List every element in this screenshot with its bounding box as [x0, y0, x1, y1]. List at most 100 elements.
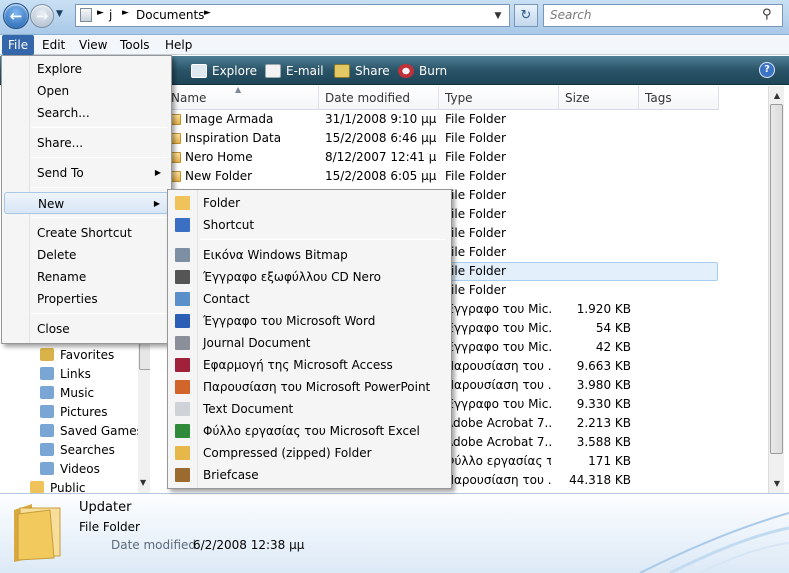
email-button[interactable]: E-mail	[265, 62, 324, 80]
file-menu-item[interactable]: Create Shortcut	[4, 222, 169, 244]
file-menu-item[interactable]: Search...	[4, 102, 169, 124]
table-cell-type[interactable]: Adobe Acrobat 7....	[445, 414, 551, 433]
table-cell-size[interactable]: 42 KB	[559, 338, 631, 357]
address-field[interactable]: ► j ► Documents ►	[75, 4, 510, 27]
scroll-down-arrow-icon[interactable]: ▼	[140, 478, 146, 487]
nav-item-videos[interactable]: Videos	[60, 460, 100, 479]
new-submenu-item[interactable]: Φύλλο εργασίας του Microsoft Excel	[170, 420, 449, 442]
table-cell-type[interactable]: File Folder	[445, 243, 551, 262]
new-submenu-item[interactable]: Έγγραφο του Microsoft Word	[170, 310, 449, 332]
menu-file[interactable]: File	[2, 35, 35, 55]
scroll-down-arrow-icon[interactable]: ▼	[769, 475, 785, 491]
column-header-size[interactable]: Size	[559, 86, 639, 110]
table-cell-name[interactable]: Image Armada	[185, 110, 317, 129]
new-submenu-item[interactable]: Text Document	[170, 398, 449, 420]
breadcrumb-item[interactable]: Documents	[136, 8, 204, 22]
table-cell-size[interactable]	[559, 129, 631, 148]
table-cell-type[interactable]: File Folder	[445, 205, 551, 224]
file-menu-item[interactable]: Close	[4, 318, 169, 340]
column-header-type[interactable]: Type	[439, 86, 559, 110]
table-cell-size[interactable]	[559, 281, 631, 300]
table-cell-size[interactable]	[559, 224, 631, 243]
table-cell-type[interactable]: Έγγραφο του Mic...	[445, 395, 551, 414]
search-input[interactable]: Search	[543, 4, 783, 27]
forward-button[interactable]: →	[30, 4, 54, 28]
nav-item-links[interactable]: Links	[60, 365, 91, 384]
recent-pages-dropdown-icon[interactable]: ▼	[56, 9, 63, 19]
table-cell-size[interactable]: 1.920 KB	[559, 300, 631, 319]
table-cell-type[interactable]: File Folder	[445, 148, 551, 167]
menu-tools[interactable]: Tools	[114, 35, 156, 55]
table-cell-type[interactable]: File Folder	[445, 186, 551, 205]
file-menu-item[interactable]: Delete	[4, 244, 169, 266]
file-menu-item[interactable]: Open	[4, 80, 169, 102]
table-cell-size[interactable]: 171 KB	[559, 452, 631, 471]
table-cell-size[interactable]: 3.588 KB	[559, 433, 631, 452]
help-icon[interactable]: ?	[759, 62, 775, 78]
table-cell-type[interactable]: File Folder	[445, 110, 551, 129]
table-cell-size[interactable]: 2.213 KB	[559, 414, 631, 433]
nav-item-searches[interactable]: Searches	[60, 441, 115, 460]
nav-item-pictures[interactable]: Pictures	[60, 403, 108, 422]
table-cell-type[interactable]: File Folder	[445, 129, 551, 148]
table-cell-size[interactable]: 9.330 KB	[559, 395, 631, 414]
search-icon[interactable]: ⚲	[762, 7, 772, 22]
new-submenu-item[interactable]: Shortcut	[170, 214, 449, 236]
table-cell-size[interactable]	[559, 205, 631, 224]
table-cell-name[interactable]: New Folder	[185, 167, 317, 186]
file-menu-item[interactable]: New ▶	[4, 192, 169, 214]
table-cell-date[interactable]: 15/2/2008 6:05 μμ	[325, 167, 437, 186]
table-cell-type[interactable]: Έγγραφο του Mic...	[445, 300, 551, 319]
new-submenu-item[interactable]: Journal Document	[170, 332, 449, 354]
file-menu-item[interactable]: Properties	[4, 288, 169, 310]
table-cell-type[interactable]: Φύλλο εργασίας τ...	[445, 452, 551, 471]
vertical-scrollbar[interactable]: ▲ ▼	[768, 86, 784, 493]
new-submenu-item[interactable]: Briefcase	[170, 464, 449, 486]
new-submenu-item[interactable]: Έγγραφο εξωφύλλου CD Nero	[170, 266, 449, 288]
nav-item-favorites[interactable]: Favorites	[60, 346, 114, 365]
table-cell-type[interactable]: File Folder	[445, 167, 551, 186]
explore-button[interactable]: Explore	[191, 62, 257, 80]
table-cell-date[interactable]: 8/12/2007 12:41 μμ	[325, 148, 437, 167]
table-cell-type[interactable]: Adobe Acrobat 7....	[445, 433, 551, 452]
column-header-name[interactable]: Name	[165, 86, 319, 110]
table-cell-type[interactable]: Έγγραφο του Mic...	[445, 338, 551, 357]
new-submenu-item[interactable]: Folder	[170, 192, 449, 214]
address-dropdown-icon[interactable]: ▼	[488, 5, 508, 26]
table-cell-size[interactable]: 54 KB	[559, 319, 631, 338]
table-cell-type[interactable]: Παρουσίαση του ...	[445, 471, 551, 490]
table-cell-size[interactable]: 44.318 KB	[559, 471, 631, 490]
table-cell-size[interactable]	[559, 110, 631, 129]
new-submenu-item[interactable]: Contact	[170, 288, 449, 310]
scroll-up-arrow-icon[interactable]: ▲	[769, 87, 785, 103]
table-cell-type[interactable]: File Folder	[445, 262, 551, 281]
file-menu-item[interactable]: Share...	[4, 132, 169, 154]
menu-edit[interactable]: Edit	[36, 35, 71, 55]
breadcrumb-item[interactable]: j	[109, 8, 112, 22]
table-cell-date[interactable]: 31/1/2008 9:10 μμ	[325, 110, 437, 129]
file-menu-item[interactable]: Send To ▶	[4, 162, 169, 184]
table-cell-name[interactable]: Inspiration Data	[185, 129, 317, 148]
share-button[interactable]: Share	[334, 62, 390, 80]
menu-view[interactable]: View	[73, 35, 113, 55]
menu-help[interactable]: Help	[159, 35, 198, 55]
table-cell-name[interactable]: Nero Home	[185, 148, 317, 167]
table-cell-type[interactable]: File Folder	[445, 224, 551, 243]
table-cell-size[interactable]	[559, 167, 631, 186]
column-header-tags[interactable]: Tags	[639, 86, 719, 110]
table-cell-size[interactable]: 3.980 KB	[559, 376, 631, 395]
table-cell-date[interactable]: 15/2/2008 6:46 μμ	[325, 129, 437, 148]
nav-item-saved-games[interactable]: Saved Games	[60, 422, 143, 441]
burn-button[interactable]: Burn	[398, 62, 447, 80]
table-cell-type[interactable]: Παρουσίαση του ...	[445, 357, 551, 376]
file-menu-item[interactable]: Rename	[4, 266, 169, 288]
new-submenu-item[interactable]: Παρουσίαση του Microsoft PowerPoint	[170, 376, 449, 398]
new-submenu-item[interactable]: Εικόνα Windows Bitmap	[170, 244, 449, 266]
table-cell-type[interactable]: Παρουσίαση του ...	[445, 376, 551, 395]
vertical-scroll-thumb[interactable]	[770, 104, 783, 454]
new-submenu-item[interactable]: Εφαρμογή της Microsoft Access	[170, 354, 449, 376]
table-cell-size[interactable]: 9.663 KB	[559, 357, 631, 376]
column-header-date[interactable]: Date modified	[319, 86, 439, 110]
table-cell-size[interactable]	[559, 243, 631, 262]
table-cell-type[interactable]: Έγγραφο του Mic...	[445, 319, 551, 338]
